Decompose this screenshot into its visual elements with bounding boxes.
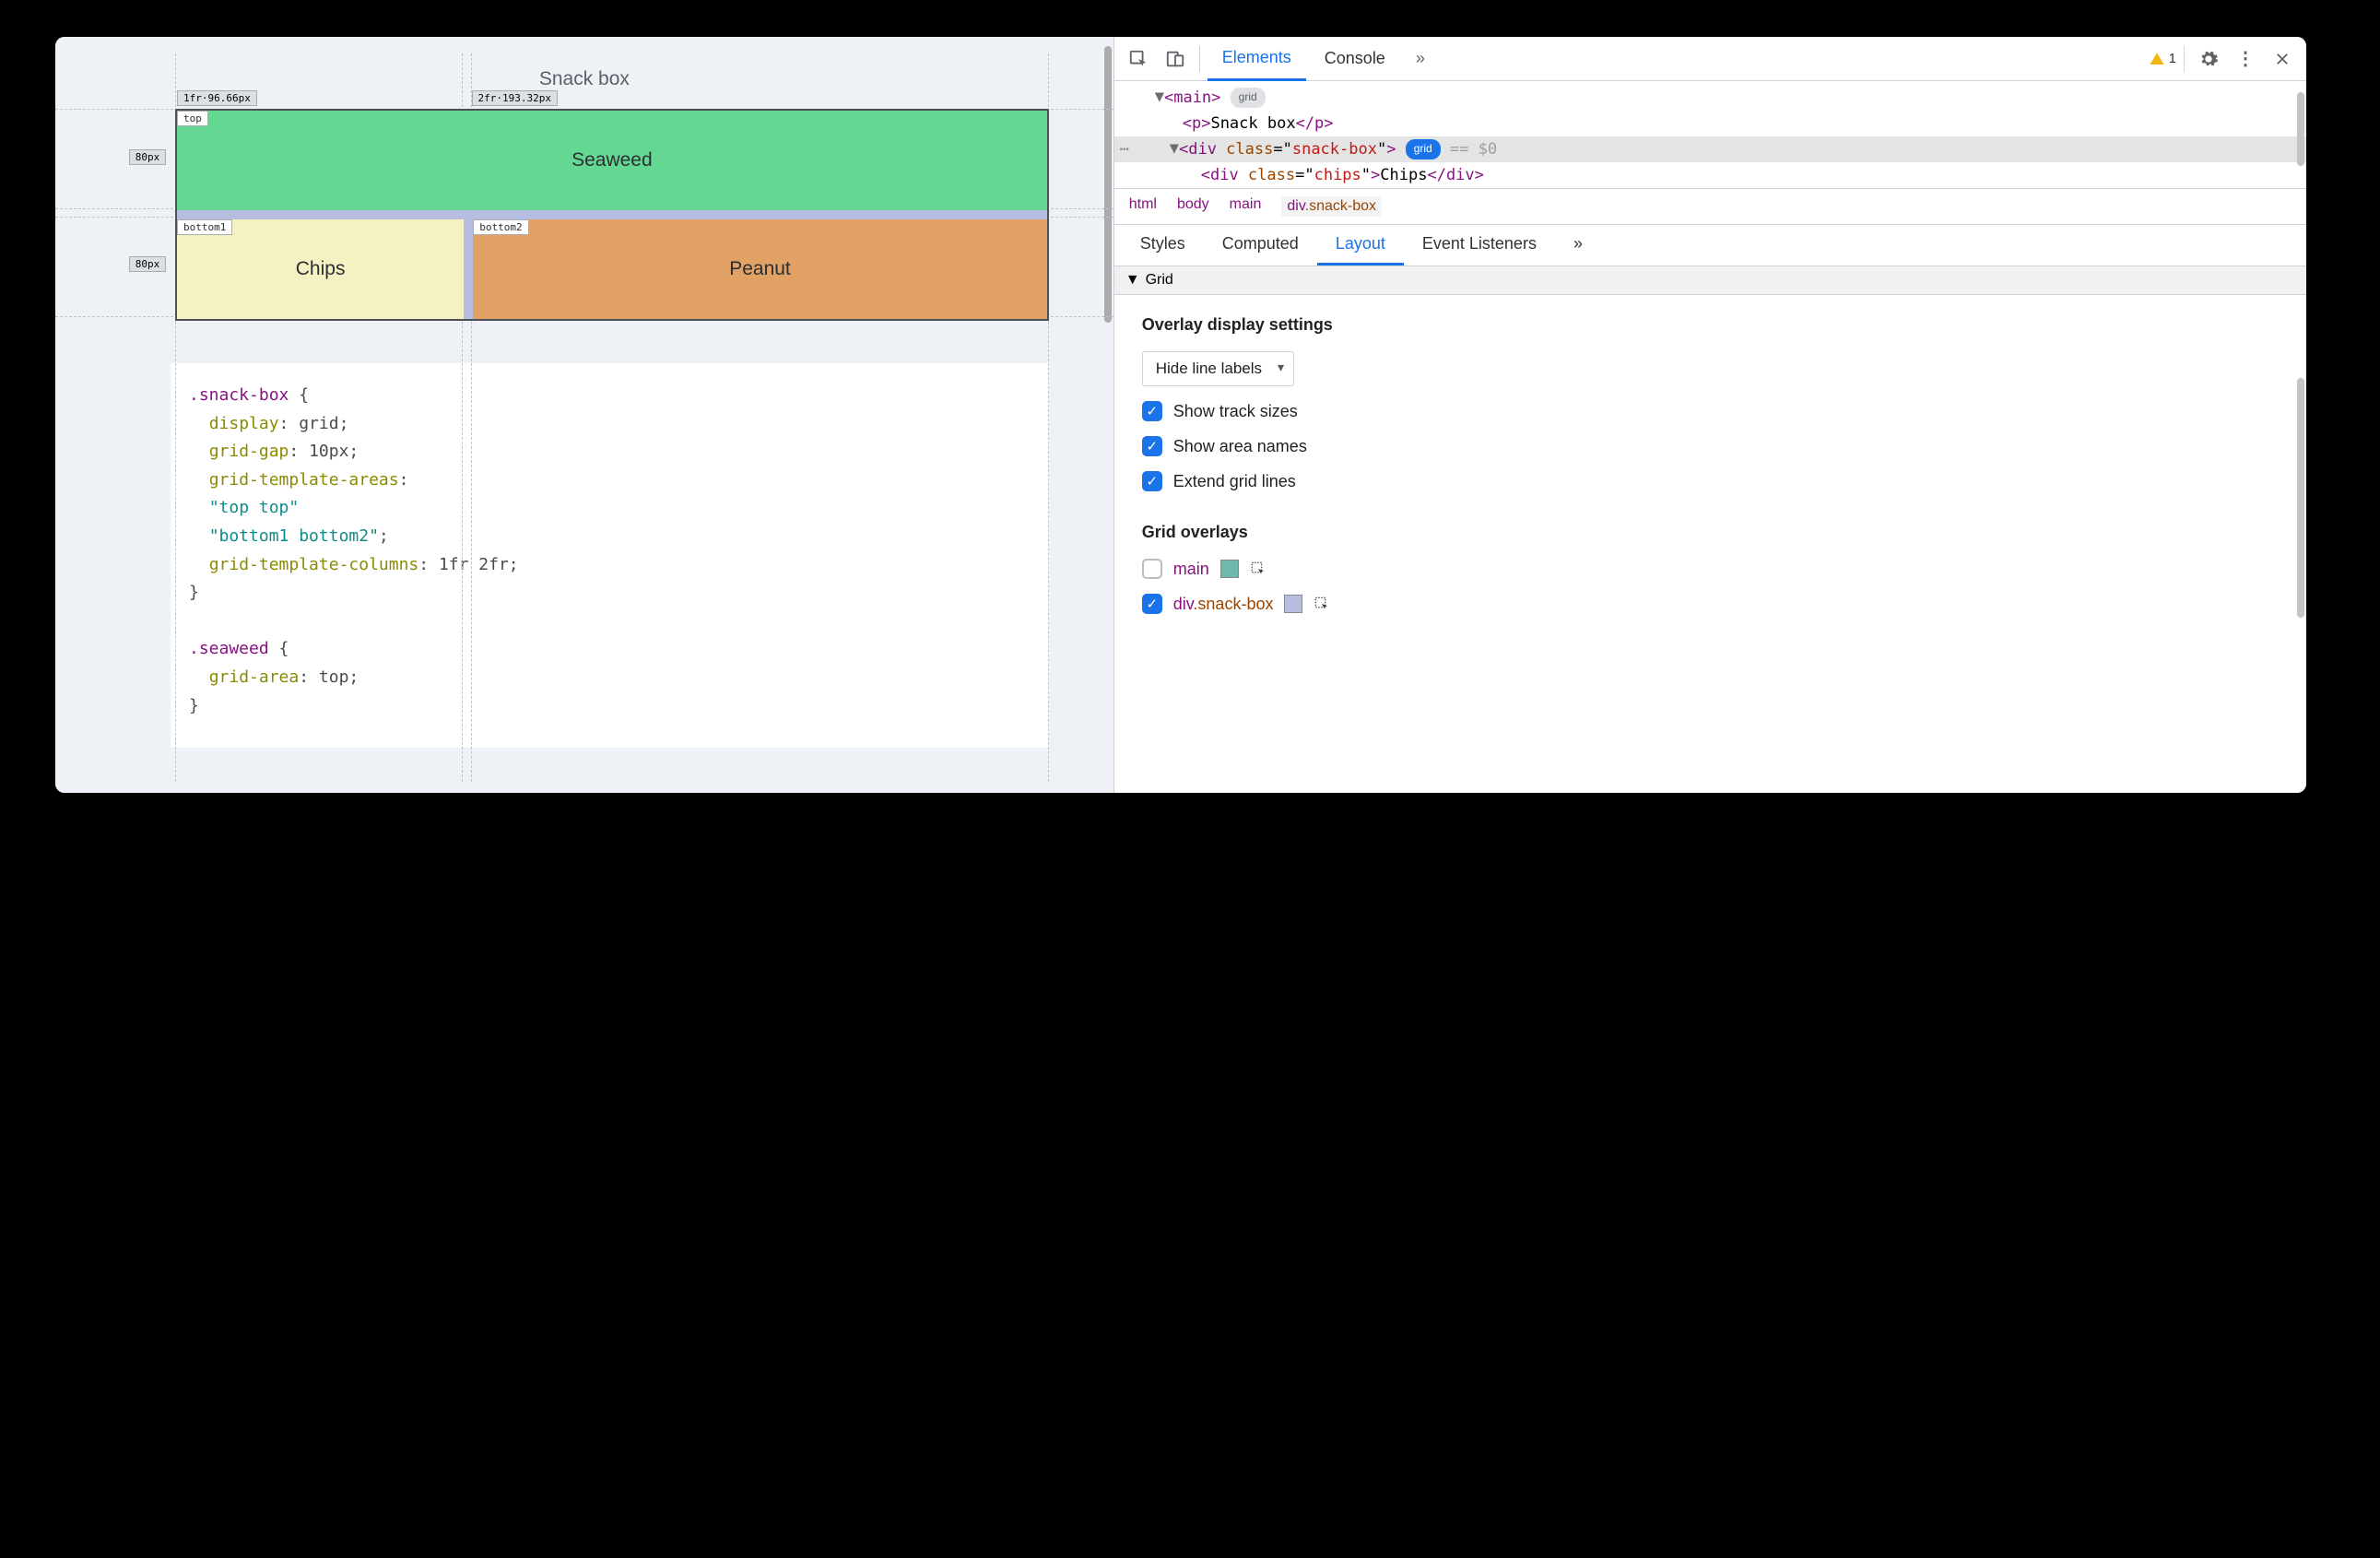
area-name-label: bottom2 [473,219,528,235]
checkbox-icon: ✓ [1142,594,1162,614]
grid-cell-peanut: bottom2 Peanut [473,219,1047,319]
dollar-zero: == $0 [1450,140,1497,159]
device-toggle-icon[interactable] [1159,42,1192,76]
inspect-icon[interactable] [1122,42,1155,76]
breadcrumb: html body main div.snack-box [1114,189,2306,225]
checkbox-show-track-sizes[interactable]: ✓ Show track sizes [1142,401,2279,421]
dom-node-snack-box[interactable]: ⋯ ▼<div class="snack-box"> grid == $0 [1114,136,2306,162]
devtools-window: Snack box 80px 80px 1fr·96.66px 2fr·193.… [55,37,2306,793]
dom-node-chips[interactable]: <div class="chips">Chips</div> [1114,162,2306,188]
dom-tree[interactable]: ▼<main> grid <p>Snack box</p> ⋯ ▼<div cl… [1114,81,2306,189]
styles-subtabs: Styles Computed Layout Event Listeners » [1114,225,2306,266]
viewport-scrollbar[interactable] [1104,46,1112,323]
color-swatch[interactable] [1284,595,1302,613]
checkbox-extend-grid-lines[interactable]: ✓ Extend grid lines [1142,471,2279,491]
breadcrumb-item[interactable]: html [1129,196,1157,217]
overlay-name: div.snack-box [1173,595,1274,614]
row-size-label: 80px [129,149,166,165]
checkbox-icon: ✓ [1142,401,1162,421]
line-labels-select[interactable]: Hide line labels [1142,351,1294,386]
area-name-label: bottom1 [177,219,232,235]
dom-node-main[interactable]: ▼<main> grid [1114,85,2306,111]
dom-node-p[interactable]: <p>Snack box</p> [1114,111,2306,136]
col-size-label: 2fr·193.32px [472,90,558,106]
grid-overlay-demo: 80px 80px 1fr·96.66px 2fr·193.32px top S… [175,109,1049,321]
cell-text: Peanut [729,258,791,280]
devtools-toolbar: Elements Console » 1 ⋮ [1114,37,2306,81]
css-code-block: .snack-box { display: grid; grid-gap: 10… [171,363,1049,748]
select-value: Hide line labels [1156,360,1262,377]
grid-overlays-heading: Grid overlays [1142,523,2279,542]
grid-badge[interactable]: grid [1231,88,1266,108]
checkbox-icon: ✓ [1142,436,1162,456]
overlay-settings-heading: Overlay display settings [1142,315,2279,335]
breadcrumb-item[interactable]: main [1230,196,1262,217]
more-subtabs-icon[interactable]: » [1555,225,1601,266]
grid-badge[interactable]: grid [1406,139,1441,159]
subtab-styles[interactable]: Styles [1122,225,1204,266]
color-swatch[interactable] [1220,560,1239,578]
breadcrumb-item[interactable]: body [1177,196,1209,217]
grid-cell-chips: bottom1 Chips [177,219,464,319]
more-tabs-icon[interactable]: » [1404,42,1437,76]
toolbar-separator [2184,46,2185,72]
warning-count: 1 [2169,51,2176,66]
page-viewport: Snack box 80px 80px 1fr·96.66px 2fr·193.… [55,37,1113,793]
warning-badge[interactable]: 1 [2149,51,2176,67]
layout-scrollbar[interactable] [2297,378,2304,618]
chevron-down-icon: ▼ [1125,272,1140,289]
checkbox-show-area-names[interactable]: ✓ Show area names [1142,436,2279,456]
subtab-event-listeners[interactable]: Event Listeners [1404,225,1555,266]
area-name-label: top [177,111,208,126]
cell-text: Seaweed [571,149,653,171]
section-label: Grid [1146,272,1173,289]
breadcrumb-item-active[interactable]: div.snack-box [1281,196,1382,217]
tab-console[interactable]: Console [1310,37,1400,81]
checkbox-label: Extend grid lines [1173,472,1296,491]
checkbox-label: Show area names [1173,437,1307,456]
grid-overlay-snack-box[interactable]: ✓ div.snack-box [1142,594,2279,614]
dom-scrollbar[interactable] [2297,92,2304,166]
subtab-computed[interactable]: Computed [1204,225,1317,266]
checkbox-label: Show track sizes [1173,402,1298,421]
cell-text: Chips [296,258,346,280]
snack-box-grid: 1fr·96.66px 2fr·193.32px top Seaweed bot… [175,109,1049,321]
highlight-icon[interactable] [1314,596,1330,612]
highlight-icon[interactable] [1250,561,1267,577]
devtools-panel: Elements Console » 1 ⋮ ▼<main> grid [1113,37,2306,793]
col-size-label: 1fr·96.66px [177,90,257,106]
row-size-label: 80px [129,256,166,272]
kebab-menu-icon[interactable]: ⋮ [2229,42,2262,76]
layout-section-header[interactable]: ▼ Grid [1114,266,2306,295]
layout-pane: Overlay display settings Hide line label… [1114,295,2306,649]
ellipsis-icon: ⋯ [1120,136,1129,162]
tab-elements[interactable]: Elements [1208,37,1306,81]
subtab-layout[interactable]: Layout [1317,225,1404,266]
toolbar-separator [1199,46,1200,72]
overlay-name: main [1173,560,1209,579]
close-icon[interactable] [2266,42,2299,76]
checkbox-icon: ✓ [1142,471,1162,491]
gear-icon[interactable] [2192,42,2225,76]
checkbox-icon [1142,559,1162,579]
grid-cell-seaweed: top Seaweed [177,111,1047,210]
grid-overlay-main[interactable]: main [1142,559,2279,579]
